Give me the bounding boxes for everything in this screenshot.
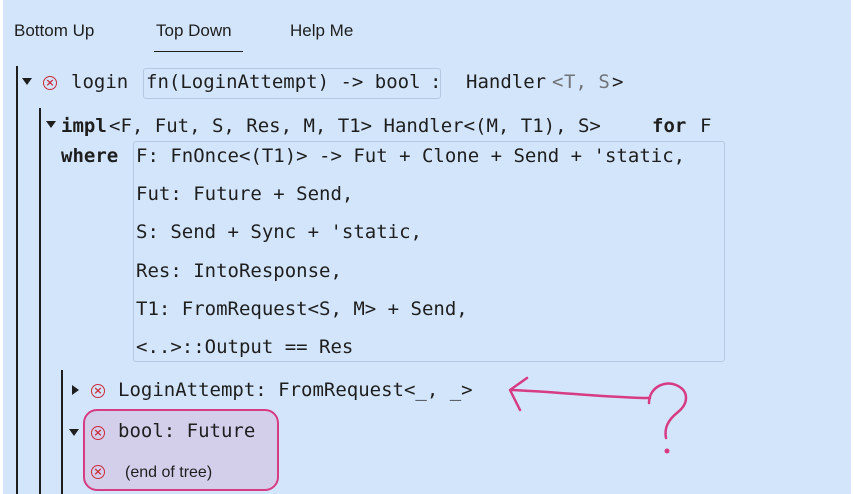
- annotation-arrowhead: [508, 376, 529, 412]
- question-mark-dot: [664, 448, 670, 454]
- question-mark-icon: [647, 382, 688, 440]
- annotation-arrow: [510, 388, 652, 400]
- annotation-overlay: [508, 376, 688, 454]
